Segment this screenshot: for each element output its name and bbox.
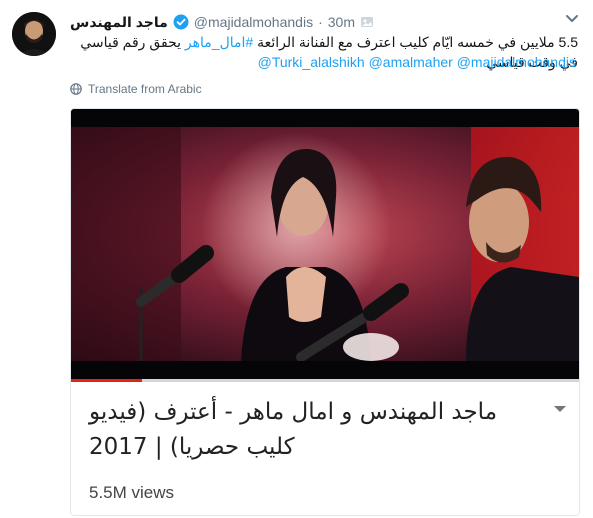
hashtag-link[interactable]: #امال_ماهر bbox=[185, 34, 253, 50]
mentions: @Turki_alalshikh @amalmaher @majidalmoha… bbox=[70, 52, 576, 72]
tweet: ماجد المهندس @majidalmohandis · 30m 5.5 … bbox=[0, 0, 593, 518]
user-handle[interactable]: @majidalmohandis bbox=[194, 14, 313, 30]
avatar-image bbox=[12, 12, 56, 56]
card-menu-chevron-down-icon[interactable] bbox=[553, 405, 567, 413]
video-thumbnail bbox=[71, 127, 579, 361]
video-card[interactable]: ماجد المهندس و امال ماهر - أعترف (فيديو … bbox=[70, 108, 580, 516]
mention-link[interactable]: @amalmaher bbox=[369, 54, 453, 70]
avatar[interactable] bbox=[12, 12, 56, 56]
verified-badge-icon bbox=[173, 14, 189, 30]
mention-link[interactable]: @majidalmohandis bbox=[457, 54, 576, 70]
video-progress-fill bbox=[71, 379, 143, 382]
media-badge-icon bbox=[360, 17, 373, 27]
video-player[interactable] bbox=[71, 109, 579, 379]
timestamp[interactable]: 30m bbox=[328, 14, 355, 30]
separator-dot: · bbox=[318, 14, 323, 30]
view-count: 5.5M views bbox=[89, 483, 175, 502]
video-progress-bar[interactable] bbox=[71, 379, 579, 382]
translate-label: Translate from Arabic bbox=[88, 82, 202, 96]
video-title[interactable]: ماجد المهندس و امال ماهر - أعترف (فيديو … bbox=[89, 395, 529, 465]
tweet-header: ماجد المهندس @majidalmohandis · 30m bbox=[70, 12, 563, 32]
mention-link[interactable]: @Turki_alalshikh bbox=[258, 54, 365, 70]
globe-icon bbox=[70, 83, 82, 95]
tweet-menu-chevron-down-icon[interactable] bbox=[565, 14, 579, 24]
translate-link[interactable]: Translate from Arabic bbox=[70, 80, 202, 98]
tweet-text-main: 5.5 ملايين في خمسه ايّام كليب اعترف مع ا… bbox=[253, 34, 578, 50]
display-name[interactable]: ماجد المهندس bbox=[70, 14, 168, 31]
